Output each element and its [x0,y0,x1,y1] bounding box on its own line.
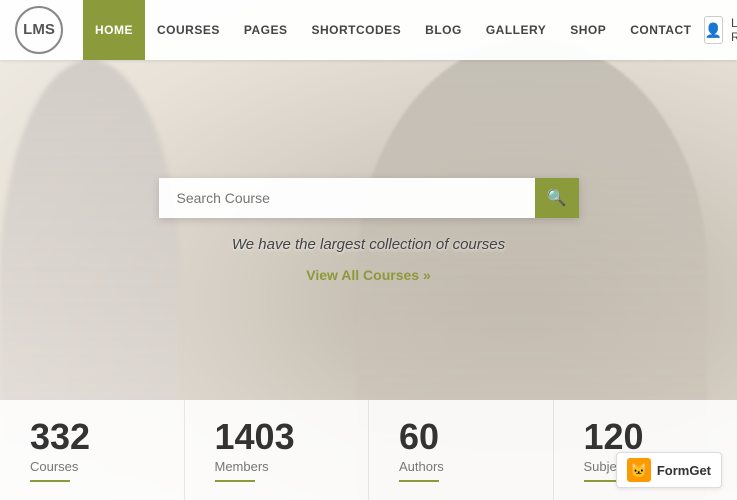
nav-link-blog[interactable]: BLOG [413,0,474,60]
hero-section: 🔍 We have the largest collection of cour… [0,60,737,400]
formget-badge: 🐱 FormGet [616,452,722,488]
search-bar: 🔍 [159,178,579,218]
user-icon[interactable]: 👤 [704,16,723,44]
stat-item-authors: 60 Authors [369,400,554,500]
formget-label: FormGet [657,463,711,478]
view-all-link[interactable]: View All Courses [306,267,431,283]
nav-link-shortcodes[interactable]: SHORTCODES [299,0,413,60]
nav-item-gallery[interactable]: GALLERY [474,0,558,60]
nav-link-pages[interactable]: PAGES [232,0,300,60]
nav-link-shop[interactable]: SHOP [558,0,618,60]
formget-mascot-icon: 🐱 [627,458,651,482]
hero-subtitle: We have the largest collection of course… [232,236,505,253]
nav-item-shortcodes[interactable]: SHORTCODES [299,0,413,60]
nav-item-contact[interactable]: CONTACT [618,0,703,60]
stat-number: 1403 [215,419,295,455]
nav-link-gallery[interactable]: GALLERY [474,0,558,60]
logo-text: LMS [23,22,55,39]
stat-item-members: 1403 Members [185,400,370,500]
nav-right: 👤 Login | Register 🛒 [704,16,737,44]
navbar: LMS HOMECOURSESPAGESSHORTCODESBLOGGALLER… [0,0,737,60]
stat-label: Authors [399,459,444,474]
stat-label: Members [215,459,269,474]
stat-number: 60 [399,419,439,455]
stat-number: 332 [30,419,90,455]
nav-item-pages[interactable]: PAGES [232,0,300,60]
nav-link-home[interactable]: HOME [83,0,145,60]
stat-label: Courses [30,459,78,474]
nav-item-blog[interactable]: BLOG [413,0,474,60]
nav-item-home[interactable]: HOME [83,0,145,60]
logo[interactable]: LMS [15,6,63,54]
stat-number: 120 [584,419,644,455]
search-button[interactable]: 🔍 [535,178,579,218]
nav-link-courses[interactable]: COURSES [145,0,232,60]
search-input[interactable] [159,178,535,218]
nav-links: HOMECOURSESPAGESSHORTCODESBLOGGALLERYSHO… [83,0,704,60]
nav-link-contact[interactable]: CONTACT [618,0,703,60]
stat-item-courses: 332 Courses [0,400,185,500]
nav-item-courses[interactable]: COURSES [145,0,232,60]
login-link[interactable]: Login | Register [731,16,737,44]
nav-item-shop[interactable]: SHOP [558,0,618,60]
